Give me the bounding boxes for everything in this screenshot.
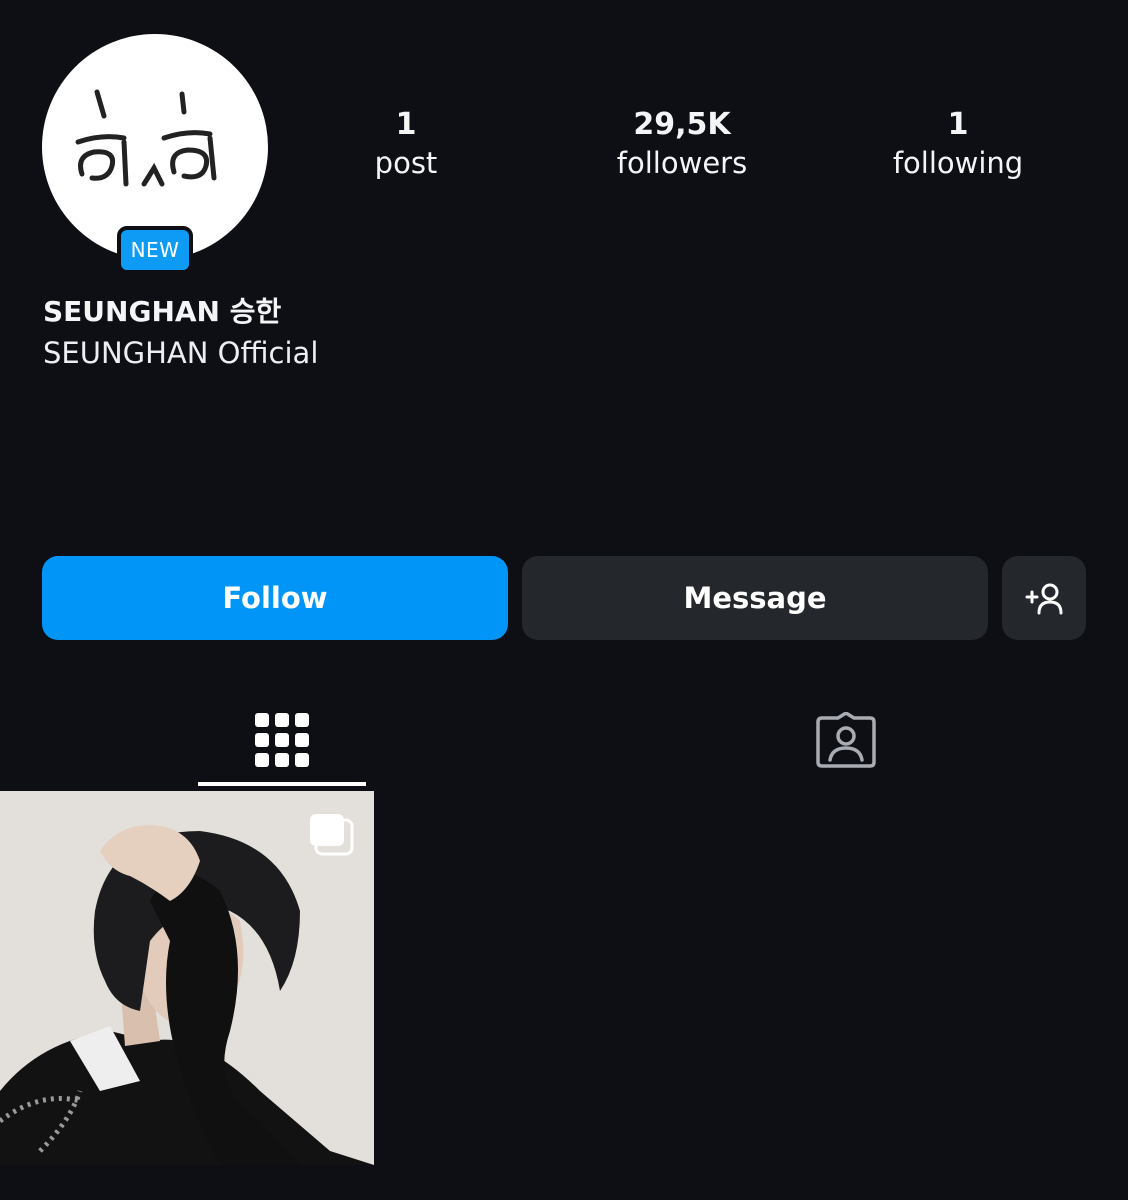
follow-button[interactable]: Follow [42,556,508,640]
new-badge: NEW [117,226,193,274]
stat-following-label: following [892,146,1024,180]
tagged-person-icon [816,712,876,768]
multiple-photos-icon [310,814,354,856]
stat-posts[interactable]: 1 post [306,106,506,182]
profile-page: NEW 1 post 29,5K followers 1 following S… [0,0,1128,1200]
tab-posts-grid[interactable] [198,692,366,788]
stat-posts-value: 1 [395,107,417,142]
stat-following[interactable]: 1 following [858,106,1058,182]
stat-posts-label: post [374,146,438,180]
stat-following-value: 1 [947,107,969,142]
stat-followers-label: followers [616,146,748,180]
stat-followers-value: 29,5K [633,107,731,142]
person-add-icon [1025,583,1063,615]
message-button[interactable]: Message [522,556,988,640]
add-user-button[interactable] [1002,556,1086,640]
display-name: SEUNGHAN 승한 [43,295,282,328]
tab-selected-indicator [198,782,366,786]
tab-tagged[interactable] [762,692,930,788]
profile-category: SEUNGHAN Official [43,336,319,370]
stat-followers[interactable]: 29,5K followers [582,106,782,182]
grid-icon [255,713,309,767]
